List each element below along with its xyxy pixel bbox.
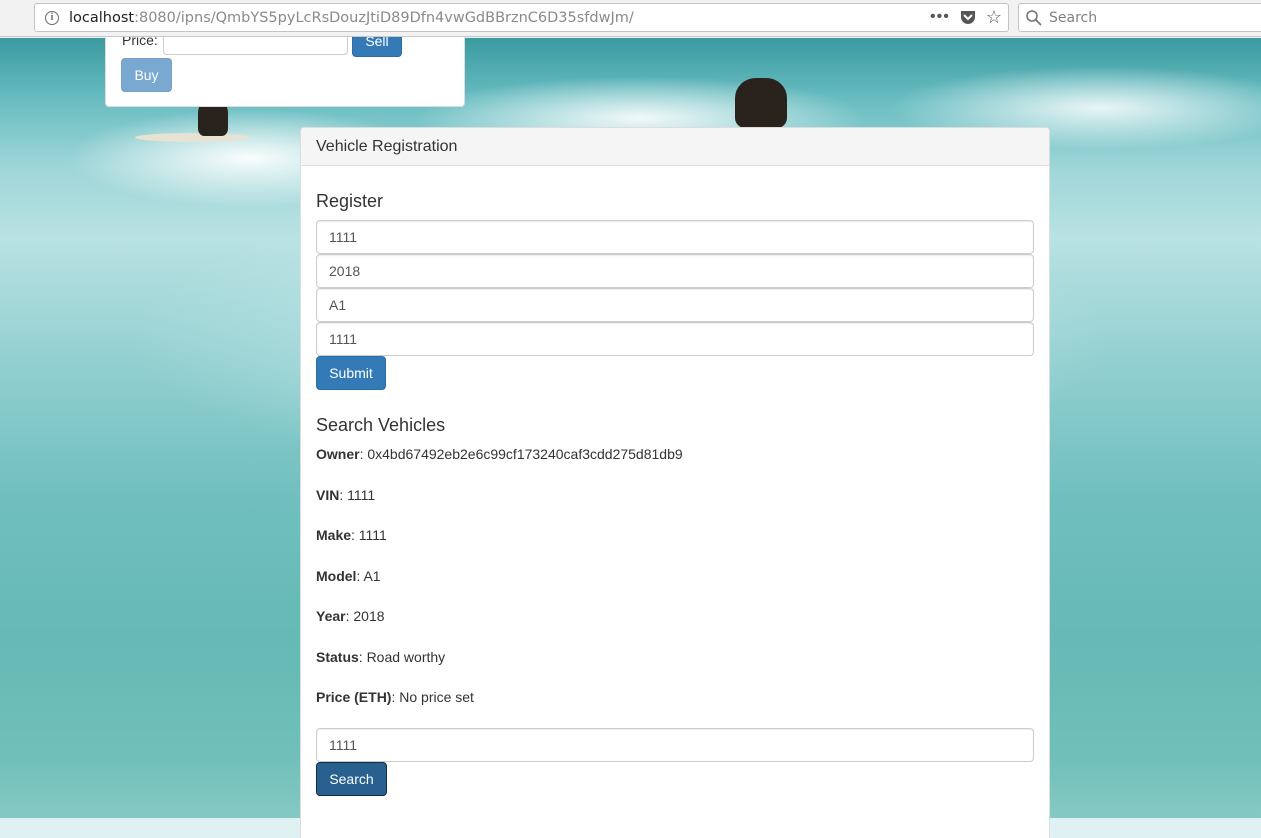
register-title: Register xyxy=(316,191,384,211)
owner-value: : 0x4bd67492eb2e6c99cf173240caf3cdd275d8… xyxy=(359,446,683,462)
make-line: Make: 1111 xyxy=(316,525,1034,545)
search-vin-input[interactable] xyxy=(316,727,1034,762)
search-vehicles-title: Search Vehicles xyxy=(316,415,446,435)
price-line: Price (ETH): No price set xyxy=(316,687,1034,707)
price-eth-label: Price (ETH) xyxy=(316,689,392,705)
surfer-figure xyxy=(735,78,787,128)
make-label: Make xyxy=(316,527,352,543)
more-dots-icon[interactable]: ••• xyxy=(930,8,950,26)
vin-value: : 1111 xyxy=(339,486,376,503)
year-line: Year: 2018 xyxy=(316,606,1034,626)
owner-line: Owner: 0x4bd67492eb2e6c99cf173240caf3cdd… xyxy=(316,444,1034,464)
url-actions: ••• ☆ xyxy=(930,8,1002,26)
search-placeholder: Search xyxy=(1049,9,1098,26)
year-value: : 2018 xyxy=(345,608,385,624)
browser-search-bar[interactable]: Search xyxy=(1018,3,1261,32)
vehicle-registration-panel: Vehicle Registration Register Submit Sea… xyxy=(300,127,1050,838)
model-label: Model xyxy=(316,567,357,584)
year-input[interactable] xyxy=(316,254,1034,288)
model-input[interactable] xyxy=(316,288,1034,322)
url-text[interactable]: localhost:8080/ipns/QmbYS5pyLcRsDouzJtiD… xyxy=(69,10,634,26)
address-bar[interactable]: i localhost:8080/ipns/QmbYS5pyLcRsDouzJt… xyxy=(34,3,1009,32)
vin-label: VIN xyxy=(316,486,340,503)
surfboard xyxy=(135,133,250,142)
info-icon[interactable]: i xyxy=(45,10,59,25)
browser-toolbar: i localhost:8080/ipns/QmbYS5pyLcRsDouzJt… xyxy=(0,0,1261,37)
url-host: localhost xyxy=(69,9,135,26)
status-label: Status xyxy=(316,648,359,665)
panel-heading: Vehicle Registration xyxy=(301,128,1049,166)
url-path: :8080/ipns/QmbYS5pyLcRsDouzJtiD89Dfn4vwG… xyxy=(134,9,634,26)
vin-line: VIN: 1111 xyxy=(316,485,1034,505)
year-label: Year xyxy=(316,608,346,624)
search-icon xyxy=(1026,9,1042,25)
status-value: : Road worthy xyxy=(358,648,446,665)
panel-body: Register Submit Search Vehicles Owner: 0… xyxy=(301,191,1049,796)
make-input[interactable] xyxy=(316,322,1034,356)
model-line: Model: A1 xyxy=(316,566,1034,586)
owner-label: Owner xyxy=(316,446,360,462)
pocket-icon[interactable] xyxy=(960,10,976,25)
model-value: : A1 xyxy=(356,567,381,584)
buy-button[interactable]: Buy xyxy=(121,58,172,92)
make-value: : 1111 xyxy=(351,527,387,543)
search-button[interactable]: Search xyxy=(316,761,387,796)
bookmark-star-icon[interactable]: ☆ xyxy=(986,8,1002,26)
status-line: Status: Road worthy xyxy=(316,647,1034,667)
price-eth-value: : No price set xyxy=(391,689,474,705)
vin-input[interactable] xyxy=(316,220,1034,254)
submit-button[interactable]: Submit xyxy=(316,356,386,390)
